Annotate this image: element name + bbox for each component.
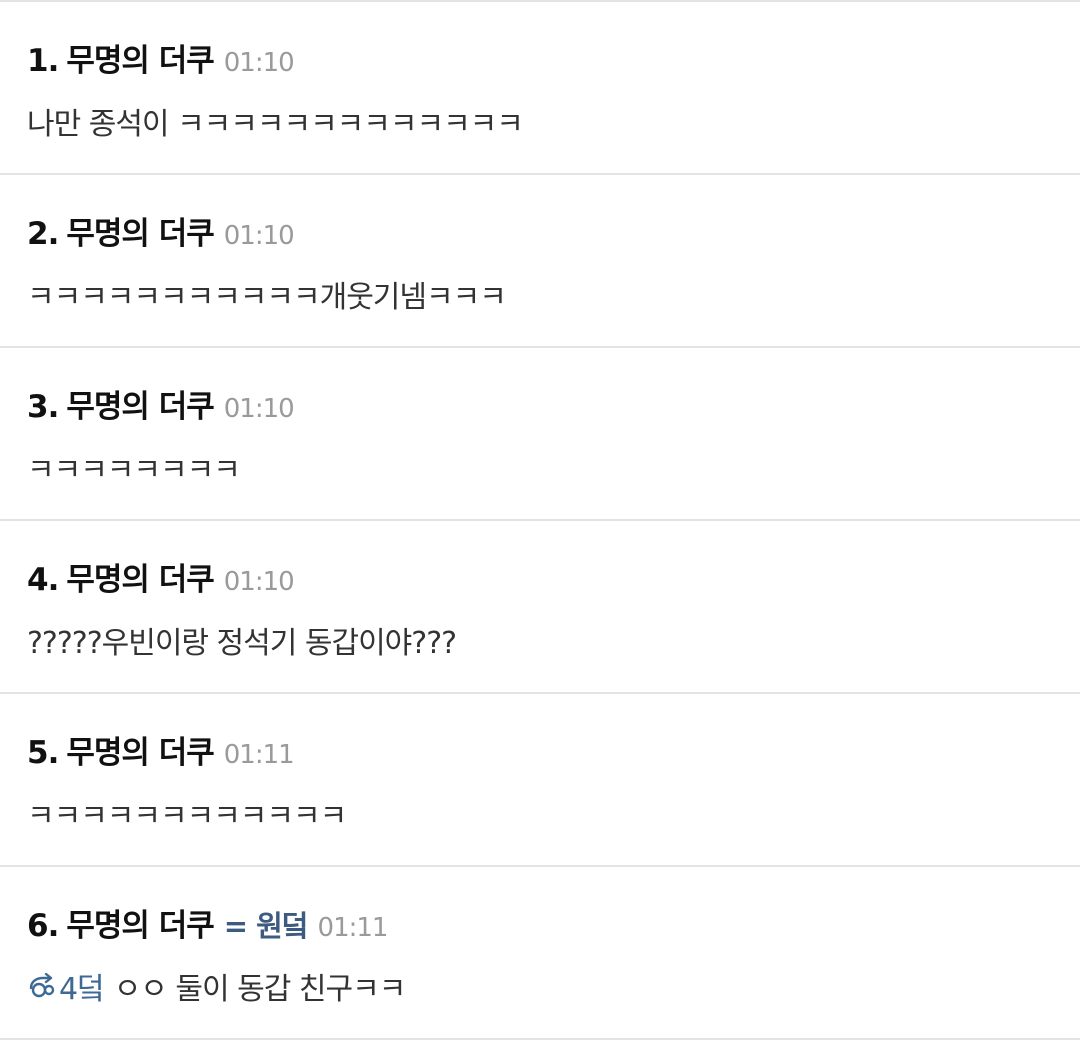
comment-time: 01:10 xyxy=(223,221,295,251)
reply-reference-link[interactable]: 4덬 xyxy=(59,964,105,1008)
comment-time: 01:10 xyxy=(223,48,295,78)
comment-time: 01:11 xyxy=(317,913,389,943)
comment-text: 4덬 ㅇㅇ 둘이 동갑 친구ㅋㅋ xyxy=(27,964,1080,1008)
comment-text-content: ㅇㅇ 둘이 동갑 친구ㅋㅋ xyxy=(113,972,407,1007)
original-poster-badge: = 원덬 xyxy=(223,909,309,943)
comment-item: 3. 무명의 더쿠 01:10 ㅋㅋㅋㅋㅋㅋㅋㅋ xyxy=(0,348,1080,521)
comment-list: 1. 무명의 더쿠 01:10 나만 종석이 ㅋㅋㅋㅋㅋㅋㅋㅋㅋㅋㅋㅋㅋ 2. … xyxy=(0,0,1080,1040)
comment-author[interactable]: 무명의 더쿠 xyxy=(66,727,214,772)
comment-text: ㅋㅋㅋㅋㅋㅋㅋㅋ xyxy=(27,445,1080,489)
comment-author[interactable]: 무명의 더쿠 xyxy=(66,208,214,253)
comment-header: 3. 무명의 더쿠 01:10 xyxy=(27,381,1080,425)
comment-author[interactable]: 무명의 더쿠 xyxy=(66,35,214,80)
comment-author[interactable]: 무명의 더쿠 xyxy=(66,900,214,945)
comment-item: 4. 무명의 더쿠 01:10 ?????우빈이랑 정석기 동갑이야??? xyxy=(0,521,1080,694)
comment-number: 6. xyxy=(27,908,59,944)
comment-text: ?????우빈이랑 정석기 동갑이야??? xyxy=(27,618,1080,662)
comment-header: 4. 무명의 더쿠 01:10 xyxy=(27,554,1080,598)
comment-time: 01:11 xyxy=(223,740,295,770)
comment-header: 5. 무명의 더쿠 01:11 xyxy=(27,727,1080,771)
comment-text-content: ㅋㅋㅋㅋㅋㅋㅋㅋㅋㅋㅋㅋ xyxy=(27,799,347,834)
comment-author[interactable]: 무명의 더쿠 xyxy=(66,554,214,599)
comment-number: 5. xyxy=(27,735,59,771)
comment-text: ㅋㅋㅋㅋㅋㅋㅋㅋㅋㅋㅋ개웃기넴ㅋㅋㅋ xyxy=(27,272,1080,316)
comment-header: 6. 무명의 더쿠 = 원덬 01:11 xyxy=(27,900,1080,944)
comment-text: 나만 종석이 ㅋㅋㅋㅋㅋㅋㅋㅋㅋㅋㅋㅋㅋ xyxy=(27,99,1080,143)
comment-header: 1. 무명의 더쿠 01:10 xyxy=(27,35,1080,79)
comment-header: 2. 무명의 더쿠 01:10 xyxy=(27,208,1080,252)
comment-number: 3. xyxy=(27,389,59,425)
comment-item: 6. 무명의 더쿠 = 원덬 01:11 4덬 ㅇㅇ 둘이 동갑 친구ㅋㅋ xyxy=(0,867,1080,1040)
comment-author[interactable]: 무명의 더쿠 xyxy=(66,381,214,426)
comment-item: 1. 무명의 더쿠 01:10 나만 종석이 ㅋㅋㅋㅋㅋㅋㅋㅋㅋㅋㅋㅋㅋ xyxy=(0,2,1080,175)
comment-text: ㅋㅋㅋㅋㅋㅋㅋㅋㅋㅋㅋㅋ xyxy=(27,791,1080,835)
comment-item: 2. 무명의 더쿠 01:10 ㅋㅋㅋㅋㅋㅋㅋㅋㅋㅋㅋ개웃기넴ㅋㅋㅋ xyxy=(0,175,1080,348)
comment-item: 5. 무명의 더쿠 01:11 ㅋㅋㅋㅋㅋㅋㅋㅋㅋㅋㅋㅋ xyxy=(0,694,1080,867)
comment-text-content: ㅋㅋㅋㅋㅋㅋㅋㅋ xyxy=(27,453,241,488)
comment-number: 4. xyxy=(27,562,59,598)
comment-number: 2. xyxy=(27,216,59,252)
comment-time: 01:10 xyxy=(223,567,295,597)
comment-time: 01:10 xyxy=(223,394,295,424)
comment-text-content: ㅋㅋㅋㅋㅋㅋㅋㅋㅋㅋㅋ개웃기넴ㅋㅋㅋ xyxy=(27,280,507,315)
comment-number: 1. xyxy=(27,43,59,79)
comment-text-content: ?????우빈이랑 정석기 동갑이야??? xyxy=(27,626,457,661)
reply-arrow-icon xyxy=(27,971,57,1001)
comment-text-content: 나만 종석이 ㅋㅋㅋㅋㅋㅋㅋㅋㅋㅋㅋㅋㅋ xyxy=(27,107,524,142)
